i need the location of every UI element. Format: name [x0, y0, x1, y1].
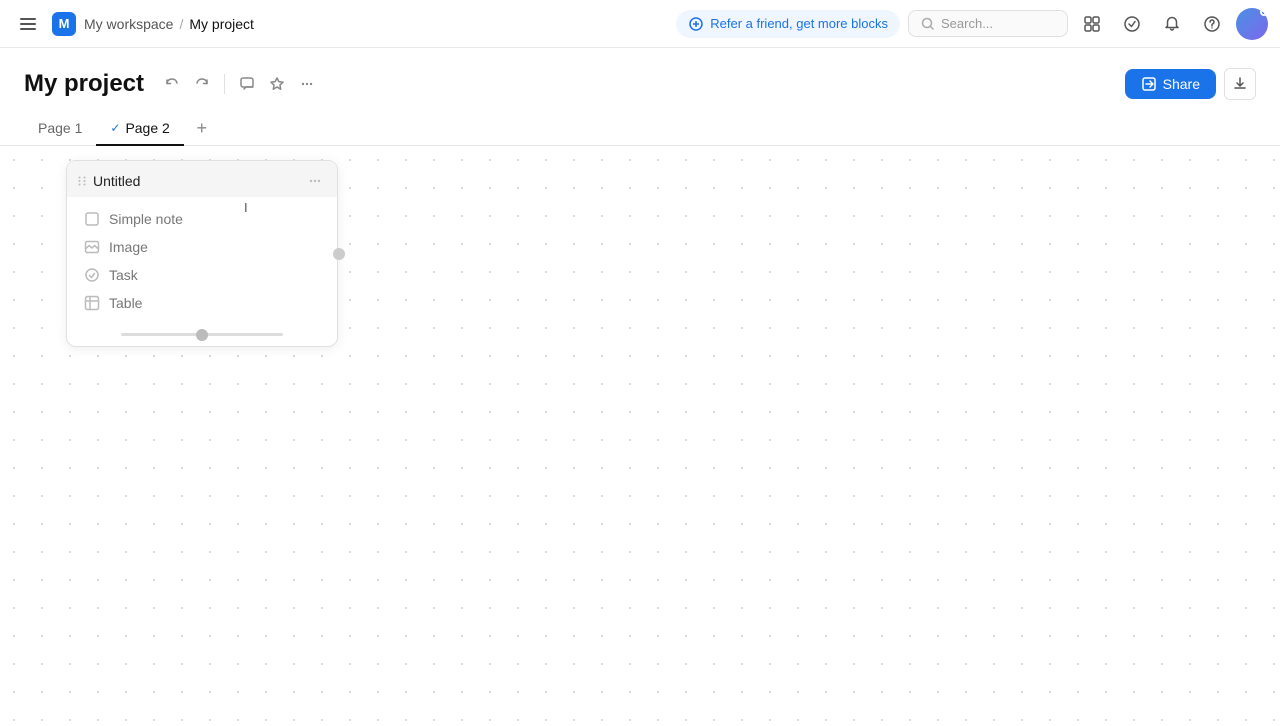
card-slider: [67, 327, 337, 346]
nav-right: Refer a friend, get more blocks Search..…: [676, 8, 1268, 40]
task-icon-svg: [84, 267, 100, 283]
card-body: Simple note Image: [67, 197, 337, 327]
tab-page2[interactable]: ✓ Page 2: [96, 112, 183, 146]
page-title: My project: [24, 70, 144, 98]
refer-friend-button[interactable]: Refer a friend, get more blocks: [676, 10, 900, 38]
redo-button[interactable]: [188, 70, 216, 98]
table-label: Table: [109, 295, 142, 311]
more-icon: [299, 76, 315, 92]
template-icon-button[interactable]: [1076, 8, 1108, 40]
card-title-input[interactable]: [93, 173, 274, 189]
help-icon: [1203, 15, 1221, 33]
comment-icon: [239, 76, 255, 92]
card-item-simple-note[interactable]: Simple note: [67, 205, 337, 233]
star-icon: [269, 76, 285, 92]
avatar[interactable]: [1236, 8, 1268, 40]
sidebar-toggle-button[interactable]: [12, 8, 44, 40]
header-divider: [224, 74, 225, 94]
image-icon: [83, 238, 101, 256]
table-icon-svg: [84, 295, 100, 311]
drag-icon: [75, 174, 89, 188]
nav-left: M My workspace / My project: [12, 8, 254, 40]
help-icon-button[interactable]: [1196, 8, 1228, 40]
card-more-icon: [307, 173, 323, 189]
template-icon: [1083, 15, 1101, 33]
tabs-bar: Page 1 ✓ Page 2 +: [0, 112, 1280, 146]
bell-icon: [1163, 15, 1181, 33]
tab-page2-check: ✓: [110, 121, 120, 135]
task-label: Task: [109, 267, 138, 283]
image-label: Image: [109, 239, 148, 255]
breadcrumb-separator: /: [179, 16, 183, 32]
task-icon: [83, 266, 101, 284]
workspace-logo: M: [52, 12, 76, 36]
export-icon: [1232, 76, 1248, 92]
notification-dot: [1260, 8, 1268, 16]
image-icon-svg: [84, 239, 100, 255]
tab-page1[interactable]: Page 1: [24, 112, 96, 146]
table-icon: [83, 294, 101, 312]
comment-button[interactable]: [233, 70, 261, 98]
card-item-task[interactable]: Task: [67, 261, 337, 289]
slider-track: [121, 333, 283, 336]
note-icon: [84, 211, 100, 227]
breadcrumb-project[interactable]: My project: [189, 16, 254, 32]
more-options-button[interactable]: [293, 70, 321, 98]
simple-note-icon: [83, 210, 101, 228]
search-placeholder: Search...: [941, 16, 993, 31]
page-header: My project: [0, 48, 1280, 108]
share-icon: [1141, 76, 1157, 92]
bell-icon-button[interactable]: [1156, 8, 1188, 40]
export-button[interactable]: [1224, 68, 1256, 100]
search-bar[interactable]: Search...: [908, 10, 1068, 37]
breadcrumb: My workspace / My project: [84, 16, 254, 32]
page-actions: [158, 70, 321, 98]
redo-icon: [194, 76, 210, 92]
search-icon: [921, 17, 935, 31]
tab-page2-label: Page 2: [125, 120, 169, 136]
page-header-right: Share: [1125, 68, 1256, 100]
card-item-image[interactable]: Image: [67, 233, 337, 261]
tab-page1-label: Page 1: [38, 120, 82, 136]
share-label: Share: [1163, 76, 1200, 92]
undo-button[interactable]: [158, 70, 186, 98]
undo-icon: [164, 76, 180, 92]
gift-icon: [688, 16, 704, 32]
add-tab-button[interactable]: +: [188, 115, 216, 143]
card-item-table[interactable]: Table: [67, 289, 337, 317]
checkmark-icon-button[interactable]: [1116, 8, 1148, 40]
simple-note-label: Simple note: [109, 211, 183, 227]
card-drag-handle[interactable]: [75, 173, 274, 189]
checkmark-icon: [1123, 15, 1141, 33]
refer-label: Refer a friend, get more blocks: [710, 16, 888, 31]
share-button[interactable]: Share: [1125, 69, 1216, 99]
canvas-area[interactable]: Simple note Image: [0, 146, 1280, 722]
slider-thumb[interactable]: [196, 329, 208, 341]
canvas-card[interactable]: Simple note Image: [66, 160, 338, 347]
card-resize-handle[interactable]: [333, 248, 345, 260]
add-tab-icon: +: [197, 118, 208, 139]
page-header-left: My project: [24, 70, 321, 98]
star-button[interactable]: [263, 70, 291, 98]
breadcrumb-workspace[interactable]: My workspace: [84, 16, 173, 32]
card-menu-button[interactable]: [303, 171, 327, 191]
menu-icon: [20, 16, 36, 32]
top-navigation: M My workspace / My project Refer a frie…: [0, 0, 1280, 48]
card-header: [67, 161, 337, 197]
